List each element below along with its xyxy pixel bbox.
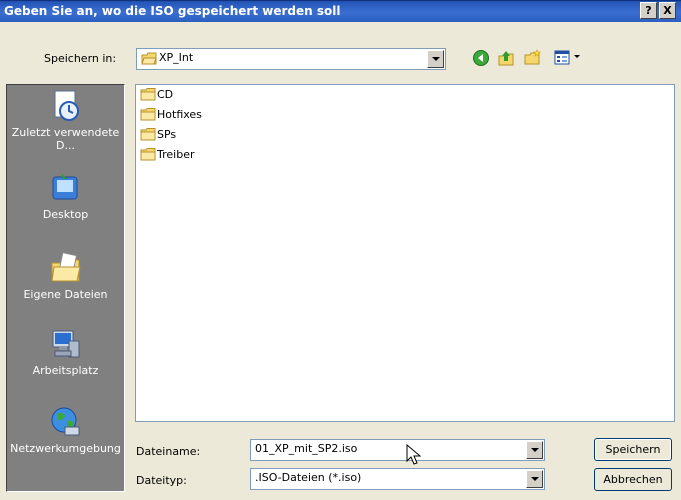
cancel-button[interactable]: Abbrechen [594, 468, 672, 491]
new-folder-icon[interactable] [524, 49, 542, 67]
place-my-computer-label: Arbeitsplatz [32, 364, 99, 377]
place-network-label: Netzwerkumgebung [10, 442, 121, 455]
list-item[interactable]: Hotfixes [140, 107, 202, 123]
recent-documents-icon [54, 90, 79, 121]
list-item[interactable]: CD [140, 87, 173, 103]
folder-icon [140, 127, 156, 140]
place-recent-label: Zuletzt verwendete D... [11, 126, 120, 152]
lookin-combo[interactable]: XP_Int [136, 48, 446, 70]
filename-combo[interactable]: 01_XP_mit_SP2.iso [250, 439, 545, 461]
back-icon[interactable] [472, 49, 490, 67]
close-button[interactable]: X [659, 2, 676, 19]
lookin-value: XP_Int [159, 51, 194, 64]
lookin-label: Speichern in: [44, 52, 117, 65]
place-recent[interactable]: Zuletzt verwendete D... [7, 89, 124, 152]
filetype-dropdown-button[interactable] [526, 470, 543, 488]
folder-icon [140, 87, 156, 100]
open-folder-icon [141, 52, 157, 65]
filename-dropdown-button[interactable] [526, 441, 543, 459]
file-name: Hotfixes [157, 107, 202, 121]
up-folder-icon[interactable] [497, 49, 515, 67]
desktop-icon [52, 173, 77, 200]
filetype-label: Dateityp: [136, 474, 187, 487]
my-documents-icon [50, 252, 81, 282]
title-bar[interactable]: Geben Sie an, wo die ISO gespeichert wer… [0, 0, 681, 22]
view-menu-icon[interactable] [554, 49, 584, 67]
help-button[interactable]: ? [640, 2, 657, 19]
list-item[interactable]: Treiber [140, 147, 194, 163]
place-my-documents[interactable]: Eigene Dateien [7, 251, 124, 301]
place-my-computer[interactable]: Arbeitsplatz [7, 327, 124, 377]
file-list[interactable]: CD Hotfixes SPs Treiber [135, 84, 675, 422]
place-network[interactable]: Netzwerkumgebung [7, 405, 124, 455]
file-name: CD [157, 87, 174, 101]
save-button[interactable]: Speichern [594, 438, 672, 461]
place-desktop-label: Desktop [42, 208, 89, 221]
my-computer-icon [52, 330, 79, 358]
file-name: Treiber [157, 147, 195, 161]
place-desktop[interactable]: Desktop [7, 171, 124, 221]
list-item[interactable]: SPs [140, 127, 176, 143]
file-name: SPs [157, 127, 177, 141]
place-my-documents-label: Eigene Dateien [23, 288, 108, 301]
filename-label: Dateiname: [136, 445, 201, 458]
mouse-cursor-icon [406, 444, 422, 465]
network-places-icon [51, 407, 79, 436]
places-bar: Zuletzt verwendete D... Desktop Eigene D… [6, 84, 125, 492]
lookin-dropdown-button[interactable] [427, 50, 444, 68]
folder-icon [140, 107, 156, 120]
folder-icon [140, 147, 156, 160]
filetype-value: .ISO-Dateien (*.iso) [255, 471, 362, 484]
window-title: Geben Sie an, wo die ISO gespeichert wer… [4, 4, 341, 18]
filename-input[interactable]: 01_XP_mit_SP2.iso [255, 442, 357, 455]
filetype-combo[interactable]: .ISO-Dateien (*.iso) [250, 468, 545, 490]
